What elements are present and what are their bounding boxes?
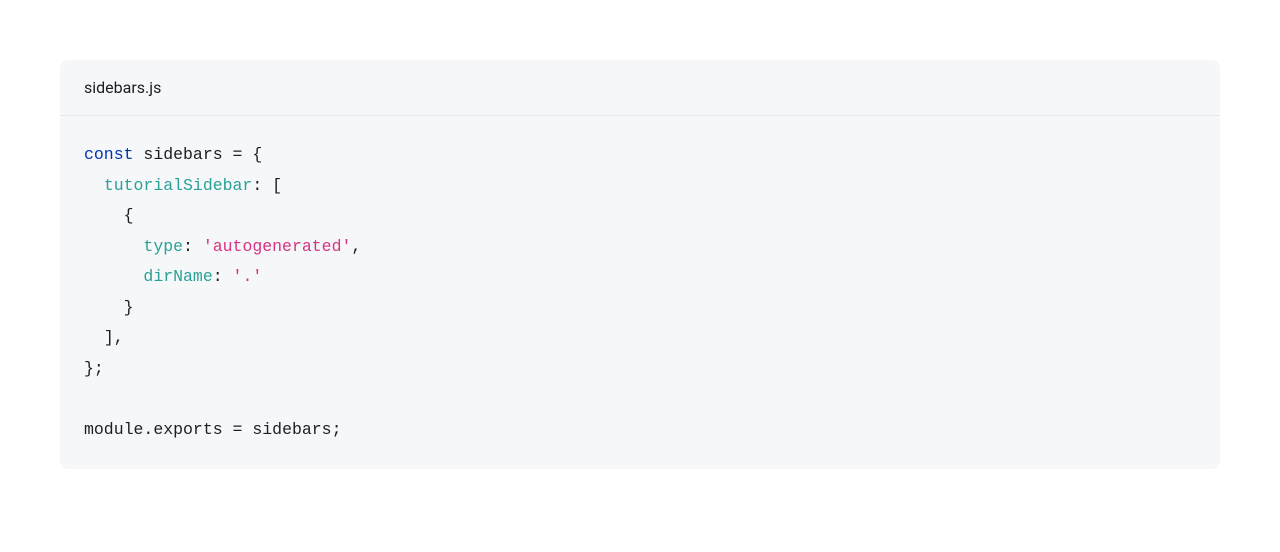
code-token-string: 'autogenerated' <box>203 237 352 256</box>
code-token-identifier: sidebars <box>252 420 331 439</box>
code-block: sidebars.js const sidebars = { tutorialS… <box>60 60 1220 469</box>
code-token-punct: ; <box>332 420 342 439</box>
code-token-property: tutorialSidebar <box>104 176 253 195</box>
code-token-punct: : <box>252 176 272 195</box>
code-token-punct: } <box>124 298 134 317</box>
code-token-punct: , <box>114 328 124 347</box>
code-token-property: dirName <box>143 267 212 286</box>
code-token-punct: = <box>223 145 253 164</box>
code-token-punct: }; <box>84 359 104 378</box>
code-header: sidebars.js <box>60 60 1220 116</box>
code-token-punct: ] <box>104 328 114 347</box>
code-token-identifier: sidebars <box>143 145 222 164</box>
code-body: const sidebars = { tutorialSidebar: [ { … <box>60 116 1220 469</box>
code-token-punct: { <box>124 206 134 225</box>
code-token-identifier: exports <box>153 420 222 439</box>
code-token-punct: = <box>223 420 253 439</box>
code-filename: sidebars.js <box>84 78 161 97</box>
code-token-punct: : <box>213 267 233 286</box>
code-token-punct: { <box>252 145 262 164</box>
code-token-keyword: const <box>84 145 134 164</box>
code-token-string: '.' <box>233 267 263 286</box>
code-token-identifier: module <box>84 420 143 439</box>
code-token-property: type <box>143 237 183 256</box>
code-token-punct: , <box>351 237 361 256</box>
code-token-punct: . <box>143 420 153 439</box>
code-token-punct: : <box>183 237 203 256</box>
code-token-punct: [ <box>272 176 282 195</box>
